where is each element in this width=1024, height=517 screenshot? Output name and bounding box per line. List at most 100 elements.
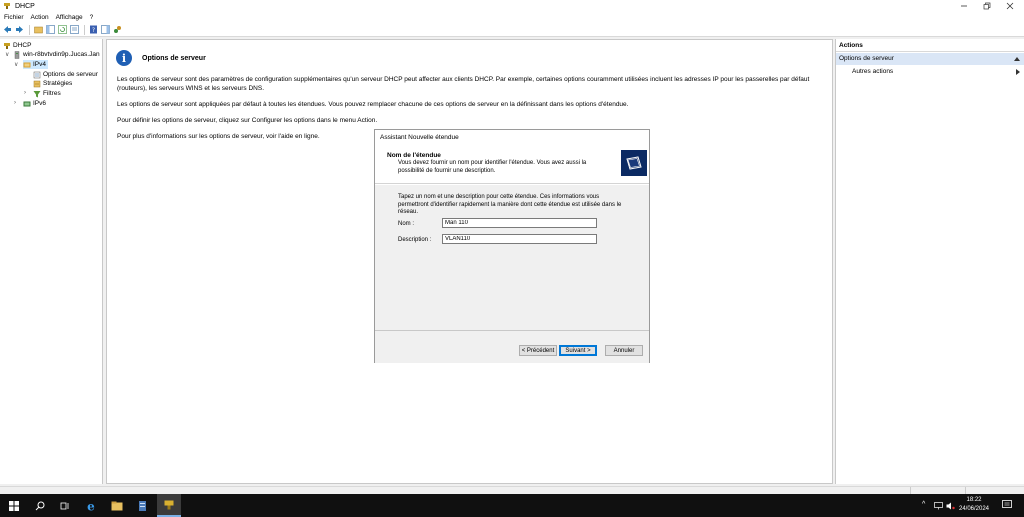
more-actions-item[interactable]: Autres actions <box>852 68 893 75</box>
submenu-arrow-icon <box>1016 69 1020 75</box>
scope-name-input[interactable] <box>442 218 597 228</box>
show-hidden-icons-button[interactable]: ^ <box>922 501 925 508</box>
tree-node-ipv4[interactable]: IPv4 <box>23 60 49 69</box>
ipv6-icon <box>23 101 31 106</box>
file-explorer-icon <box>111 501 123 510</box>
tree-node-filters[interactable]: Filtres <box>33 89 61 98</box>
taskbar-server-manager[interactable] <box>131 494 155 517</box>
tree-label-filters: Filtres <box>43 90 61 97</box>
status-bar <box>0 486 1024 494</box>
button-separator <box>375 330 649 331</box>
expand-filters-toggle[interactable]: › <box>24 90 26 96</box>
toolbar-separator <box>29 24 30 35</box>
policies-icon <box>33 80 41 87</box>
ipv4-icon <box>23 62 31 67</box>
actions-pane: Actions Options de serveur Autres action… <box>835 39 1024 484</box>
tree-label-ipv6: IPv6 <box>33 100 47 107</box>
name-label: Nom : <box>398 221 415 227</box>
windows-logo-icon <box>9 500 19 511</box>
collapse-server-toggle[interactable]: ∨ <box>5 51 9 58</box>
expand-ipv6-toggle[interactable]: › <box>14 100 16 106</box>
menu-action[interactable]: Action <box>31 14 49 21</box>
up-folder-button[interactable] <box>33 25 43 35</box>
filters-icon <box>33 90 41 97</box>
svg-text:e: e <box>87 500 95 512</box>
collapse-ipv4-toggle[interactable]: ∨ <box>14 61 18 68</box>
search-icon <box>35 501 45 510</box>
actions-header: Actions <box>836 39 1024 52</box>
taskbar-edge[interactable]: e <box>79 494 103 517</box>
dhcp-icon <box>4 42 10 49</box>
export-list-button[interactable] <box>69 25 79 35</box>
wizard-header: Nom de l'étendue Vous devez fournir un n… <box>375 144 649 184</box>
server-icon <box>14 50 20 59</box>
back-wizard-button[interactable]: < Précédent <box>519 345 557 356</box>
minimize-icon <box>961 5 967 7</box>
toolbar-separator <box>84 24 85 35</box>
info-icon: i <box>116 50 132 66</box>
menu-view[interactable]: Affichage <box>56 14 83 21</box>
wizard-step-description: Vous devez fournir un nom pour identifie… <box>398 160 587 174</box>
show-action-pane-button[interactable] <box>100 25 110 35</box>
action-pane-icon <box>100 25 110 34</box>
wizard-step-title: Nom de l'étendue <box>387 152 441 159</box>
clock-date[interactable]: 24/06/2024 <box>958 506 990 512</box>
close-button[interactable] <box>995 0 1024 12</box>
wizard-body: Tapez un nom et une description pour cet… <box>375 185 649 363</box>
svg-text:?: ? <box>91 27 94 34</box>
clock-time[interactable]: 18:22 <box>958 497 990 503</box>
refresh-button[interactable] <box>57 25 67 35</box>
console-tree: DHCP ∨ win-r8bvtvdin9p.Jucas.Jan ∨ IPv4 … <box>0 39 103 484</box>
forward-arrow-icon <box>15 26 23 33</box>
cancel-wizard-button[interactable]: Annuler <box>605 345 643 356</box>
scope-wizard-icon <box>621 150 647 176</box>
menu-bar: Fichier Action Affichage ? <box>0 12 1024 23</box>
dhcp-app-icon <box>164 500 174 509</box>
status-segment <box>910 487 911 494</box>
menu-file[interactable]: Fichier <box>4 14 24 21</box>
network-icon[interactable] <box>934 502 943 510</box>
description-paragraph: Les options de serveur sont des paramètr… <box>117 76 810 92</box>
tree-node-server-options[interactable]: Options de serveur <box>33 70 98 79</box>
window-title: DHCP <box>15 2 35 10</box>
console-tree-icon <box>45 25 55 34</box>
forward-button[interactable] <box>14 25 24 35</box>
tree-node-server[interactable]: win-r8bvtvdin9p.Jucas.Jan <box>13 50 100 59</box>
wizard-instructions: Tapez un nom et une description pour cet… <box>398 194 622 215</box>
show-hide-tree-button[interactable] <box>45 25 55 35</box>
menu-help[interactable]: ? <box>90 14 94 21</box>
tree-node-dhcp[interactable]: DHCP <box>3 41 31 50</box>
options-icon <box>33 71 41 78</box>
actions-section-server-options[interactable]: Options de serveur <box>836 53 1024 65</box>
task-view-button[interactable] <box>53 494 77 517</box>
description-paragraph: Les options de serveur sont appliquées p… <box>117 101 629 108</box>
refresh-icon <box>57 25 67 34</box>
scope-description-input[interactable] <box>442 234 597 244</box>
wizard-title: Assistant Nouvelle étendue <box>380 134 459 141</box>
start-button[interactable] <box>2 494 26 517</box>
page-title: Options de serveur <box>142 55 206 62</box>
server-options-button[interactable] <box>112 25 122 35</box>
collapse-section-icon[interactable] <box>1014 57 1020 61</box>
description-label: Description : <box>398 237 432 243</box>
new-scope-wizard-dialog: Assistant Nouvelle étendue Nom de l'éten… <box>374 129 650 363</box>
folder-icon <box>626 156 642 170</box>
server-manager-icon <box>139 500 146 511</box>
back-button[interactable] <box>2 25 12 35</box>
tree-node-policies[interactable]: Stratégies <box>33 79 72 88</box>
help-button[interactable]: ? <box>88 25 98 35</box>
taskbar-file-explorer[interactable] <box>105 494 129 517</box>
tree-node-ipv6[interactable]: IPv6 <box>23 99 46 108</box>
toolbar: ? <box>0 23 1024 37</box>
search-button[interactable] <box>28 494 52 517</box>
help-book-icon: ? <box>89 25 97 34</box>
next-wizard-button[interactable]: Suivant > <box>559 345 597 356</box>
notifications-icon[interactable] <box>1002 500 1012 510</box>
restore-icon <box>983 2 991 10</box>
taskbar-dhcp[interactable] <box>157 494 181 517</box>
tree-label-dhcp: DHCP <box>13 42 32 49</box>
edge-browser-icon: e <box>87 500 95 512</box>
task-view-icon <box>60 502 69 509</box>
volume-icon[interactable] <box>946 502 955 510</box>
back-arrow-icon <box>3 26 11 33</box>
